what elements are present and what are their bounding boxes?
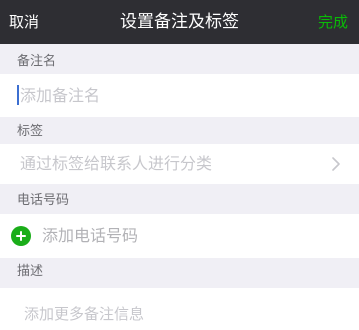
description-field[interactable]: 添加更多备注信息 [0,288,359,330]
chevron-right-icon [332,157,340,171]
remark-section-label: 备注名 [17,54,57,69]
tags-row[interactable]: 通过标签给联系人进行分类 [0,144,359,184]
tags-section-label: 标签 [17,124,44,139]
description-placeholder: 添加更多备注信息 [24,305,145,323]
remark-name-field[interactable]: 添加备注名 [0,74,359,117]
nav-bar: 取消 设置备注及标签 完成 [0,0,359,44]
remark-and-tags-page: 取消 设置备注及标签 完成 备注名 添加备注名 标签 通过标签给联系人进行分类 … [0,0,359,330]
remark-name-placeholder: 添加备注名 [20,86,101,105]
description-section-label: 描述 [17,264,44,279]
phone-section-label: 电话号码 [17,193,70,208]
done-button[interactable]: 完成 [318,12,348,32]
plus-circle-icon [11,226,31,246]
page-title: 设置备注及标签 [120,12,239,32]
text-cursor [17,85,19,105]
add-phone-label: 添加电话号码 [42,226,139,245]
tags-placeholder: 通过标签给联系人进行分类 [20,154,213,173]
add-phone-row[interactable]: 添加电话号码 [0,214,359,258]
